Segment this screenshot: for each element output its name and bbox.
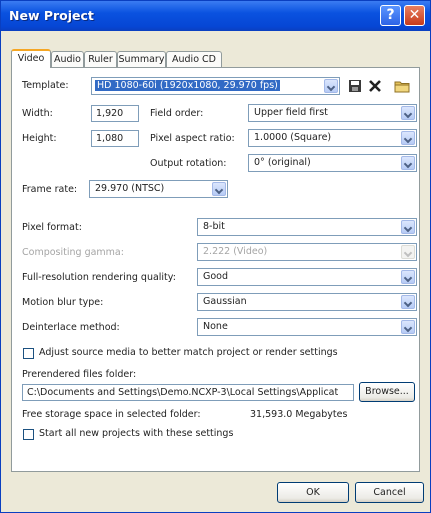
chevron-down-icon[interactable] [401, 156, 415, 170]
adjust-source-label: Adjust source media to better match proj… [39, 347, 338, 358]
tab-audio[interactable]: Audio [51, 51, 84, 67]
render-quality-dropdown[interactable]: Good [197, 268, 417, 286]
deinterlace-label: Deinterlace method: [22, 322, 120, 333]
tab-summary[interactable]: Summary [117, 51, 166, 67]
chevron-down-icon [401, 245, 415, 259]
chevron-down-icon[interactable] [401, 106, 415, 120]
start-all-checkbox[interactable] [23, 429, 34, 440]
help-button[interactable]: ? [380, 5, 401, 26]
dialog-body: Video Audio Ruler Summary Audio CD Templ… [5, 31, 426, 508]
compositing-gamma-value: 2.222 (Video) [203, 246, 268, 257]
close-button[interactable]: ✕ [404, 5, 425, 26]
start-all-label: Start all new projects with these settin… [39, 428, 234, 439]
field-order-dropdown[interactable]: Upper field first [248, 104, 417, 122]
deinterlace-dropdown[interactable]: None [197, 318, 417, 336]
window-title: New Project [9, 8, 94, 23]
prerendered-path-input[interactable]: C:\Documents and Settings\Demo.NCXP-3\Lo… [22, 384, 354, 401]
tab-video[interactable]: Video [11, 49, 51, 68]
motion-blur-dropdown[interactable]: Gaussian [197, 293, 417, 311]
frame-rate-label: Frame rate: [22, 184, 78, 195]
render-quality-label: Full-resolution rendering quality: [22, 272, 176, 283]
pixel-aspect-label: Pixel aspect ratio: [150, 133, 235, 144]
chevron-down-icon[interactable] [324, 79, 338, 93]
video-settings-panel: Template: HD 1080-60i (1920x1080, 29.970… [11, 67, 420, 472]
template-label: Template: [22, 80, 69, 91]
width-input[interactable]: 1,920 [91, 105, 139, 122]
field-order-label: Field order: [150, 108, 204, 119]
save-template-icon[interactable] [347, 78, 363, 94]
pixel-format-dropdown[interactable]: 8-bit [197, 218, 417, 236]
pixel-format-value: 8-bit [203, 221, 225, 232]
ok-button[interactable]: OK [277, 482, 349, 503]
chevron-down-icon[interactable] [212, 182, 226, 196]
tab-ruler[interactable]: Ruler [84, 51, 117, 67]
folder-icon[interactable] [394, 78, 410, 94]
template-value: HD 1080-60i (1920x1080, 29.970 fps) [95, 80, 280, 91]
field-order-value: Upper field first [254, 107, 328, 118]
free-space-label: Free storage space in selected folder: [22, 409, 201, 420]
pixel-format-label: Pixel format: [22, 222, 82, 233]
free-space-value: 31,593.0 Megabytes [250, 409, 348, 420]
adjust-source-checkbox[interactable] [23, 348, 34, 359]
prerendered-label: Prerendered files folder: [22, 369, 137, 380]
render-quality-value: Good [203, 271, 229, 282]
title-bar[interactable]: New Project ? ✕ [1, 1, 430, 31]
delete-template-icon[interactable] [367, 78, 383, 94]
cancel-button[interactable]: Cancel [355, 482, 424, 503]
compositing-gamma-dropdown: 2.222 (Video) [197, 243, 417, 261]
frame-rate-value: 29.970 (NTSC) [95, 183, 165, 194]
output-rotation-value: 0° (original) [254, 157, 311, 168]
chevron-down-icon[interactable] [401, 220, 415, 234]
tab-audio-cd[interactable]: Audio CD [166, 51, 222, 67]
template-dropdown[interactable]: HD 1080-60i (1920x1080, 29.970 fps) [91, 77, 340, 95]
height-label: Height: [22, 133, 57, 144]
new-project-dialog: New Project ? ✕ Video Audio Ruler Summar… [0, 0, 431, 513]
frame-rate-dropdown[interactable]: 29.970 (NTSC) [89, 180, 228, 198]
height-input[interactable]: 1,080 [91, 130, 139, 147]
chevron-down-icon[interactable] [401, 320, 415, 334]
browse-button[interactable]: Browse... [359, 382, 415, 402]
motion-blur-value: Gaussian [203, 296, 247, 307]
chevron-down-icon[interactable] [401, 131, 415, 145]
pixel-aspect-dropdown[interactable]: 1.0000 (Square) [248, 129, 417, 147]
output-rotation-dropdown[interactable]: 0° (original) [248, 154, 417, 172]
pixel-aspect-value: 1.0000 (Square) [254, 132, 332, 143]
motion-blur-label: Motion blur type: [22, 297, 104, 308]
compositing-gamma-label: Compositing gamma: [22, 247, 124, 258]
deinterlace-value: None [203, 321, 228, 332]
width-label: Width: [22, 108, 53, 119]
chevron-down-icon[interactable] [401, 270, 415, 284]
chevron-down-icon[interactable] [401, 295, 415, 309]
output-rotation-label: Output rotation: [150, 158, 227, 169]
